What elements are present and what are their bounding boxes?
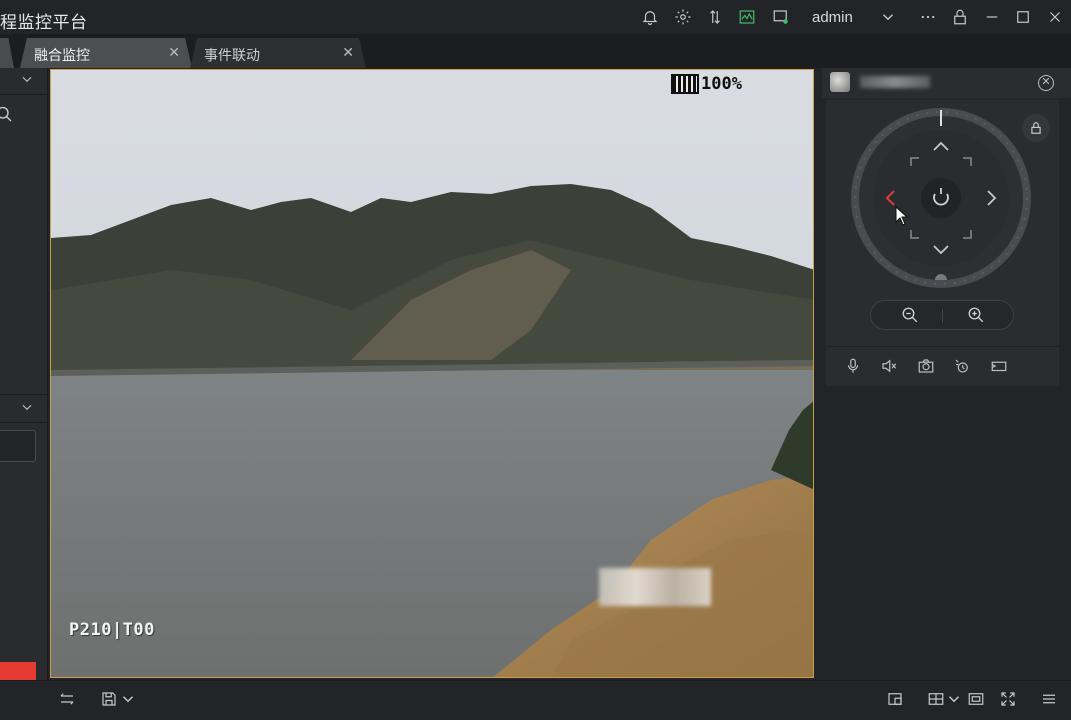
chevron-down-icon[interactable] xyxy=(20,400,34,419)
microphone-icon[interactable] xyxy=(844,357,864,377)
mute-icon[interactable] xyxy=(880,357,900,377)
battery-text: 100% xyxy=(701,74,742,94)
monitor-wave-icon[interactable] xyxy=(735,5,759,29)
camera-thumbnail xyxy=(830,72,850,92)
bell-icon[interactable] xyxy=(638,5,662,29)
bottom-toolbar xyxy=(0,680,1071,720)
search-icon[interactable] xyxy=(0,106,14,129)
divider xyxy=(942,309,943,323)
tab-close-icon[interactable]: ✕ xyxy=(342,44,354,61)
divider xyxy=(0,94,47,95)
chevron-down-icon[interactable] xyxy=(119,690,134,712)
snapshot-icon[interactable] xyxy=(917,357,937,377)
battery-indicator: 100% xyxy=(671,74,742,94)
blurred-overlay xyxy=(599,568,711,606)
app-title: 程监控平台 xyxy=(0,13,88,32)
tab-fusion-monitoring[interactable]: 融合监控 ✕ xyxy=(20,38,192,68)
camera-name-blurred xyxy=(860,76,930,88)
osd-ptz-code: P210|T00 xyxy=(69,620,155,640)
window-icon[interactable] xyxy=(886,690,908,712)
tab-previous-edge[interactable] xyxy=(0,38,14,68)
tab-close-icon[interactable]: ✕ xyxy=(168,44,180,61)
battery-icon xyxy=(671,74,699,94)
user-name[interactable]: admin xyxy=(812,9,853,26)
ptz-dial[interactable] xyxy=(851,108,1031,288)
ptz-panel: ✕ xyxy=(822,68,1071,680)
lock-icon[interactable] xyxy=(948,5,972,29)
camera-header: ✕ xyxy=(822,68,1071,98)
settings-icon[interactable] xyxy=(671,5,695,29)
filter-input[interactable] xyxy=(0,430,36,462)
chevron-down-icon[interactable] xyxy=(876,5,900,29)
maximize-icon[interactable] xyxy=(1011,5,1035,29)
tab-event-linkage[interactable]: 事件联动 ✕ xyxy=(190,38,366,68)
ptz-toolbar xyxy=(826,346,1059,386)
tab-bar: 融合监控 ✕ 事件联动 ✕ ⋮ xyxy=(0,34,1071,93)
multi-screen-icon[interactable] xyxy=(967,690,989,712)
minimize-icon[interactable] xyxy=(980,5,1004,29)
chevron-down-icon[interactable] xyxy=(945,690,960,712)
close-camera-icon[interactable]: ✕ xyxy=(1038,75,1054,91)
ptz-control-box xyxy=(826,100,1059,386)
chevron-down-icon[interactable] xyxy=(20,72,34,91)
transfer-icon[interactable] xyxy=(703,5,727,29)
menu-icon[interactable] xyxy=(1040,690,1062,712)
tab-label: 事件联动 xyxy=(204,47,260,63)
zoom-out-icon[interactable] xyxy=(901,306,921,326)
list-icon[interactable] xyxy=(58,690,80,712)
ptz-lock-icon[interactable] xyxy=(1022,114,1050,142)
zoom-control xyxy=(870,300,1014,330)
title-bar: 程监控平台 admin xyxy=(0,0,1071,34)
left-panel xyxy=(0,68,48,694)
divider xyxy=(0,394,47,395)
close-icon[interactable] xyxy=(1043,5,1067,29)
cursor-icon xyxy=(895,206,909,226)
stream-icon[interactable] xyxy=(990,357,1010,377)
tab-label: 融合监控 xyxy=(34,47,90,63)
divider xyxy=(0,422,47,423)
record-icon[interactable] xyxy=(953,357,973,377)
video-window[interactable]: 100% P210|T00 xyxy=(50,69,814,678)
zoom-in-icon[interactable] xyxy=(967,306,987,326)
screen-status-icon[interactable] xyxy=(769,5,793,29)
fullscreen-icon[interactable] xyxy=(999,690,1021,712)
more-icon[interactable] xyxy=(916,5,940,29)
